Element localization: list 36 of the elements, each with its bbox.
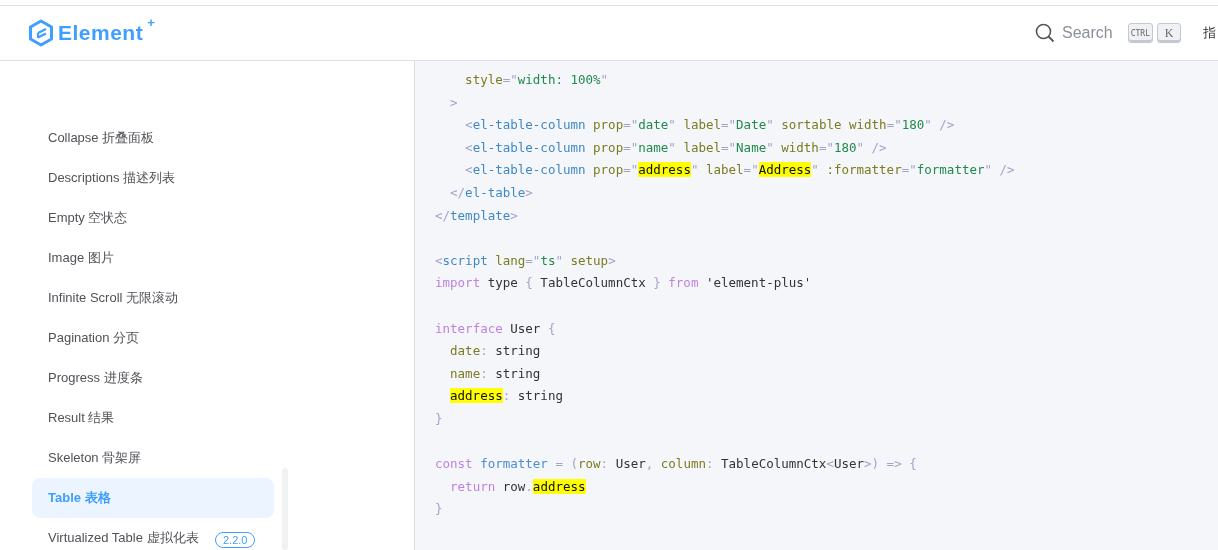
code-line: interface User { (435, 319, 557, 338)
sidebar-item[interactable]: Empty 空状态 (32, 198, 274, 238)
key-hint: K (1157, 23, 1181, 43)
code-line: address: string (449, 387, 564, 406)
code-line: > (449, 93, 459, 112)
code-line: return row.address (449, 477, 587, 496)
sidebar-item[interactable]: Progress 进度条 (32, 358, 274, 398)
logo-icon (28, 19, 54, 47)
sidebar-item[interactable]: Collapse 折叠面板 (32, 118, 274, 158)
sidebar-item[interactable]: Virtualized Table 虚拟化表 2.2.0 (32, 518, 274, 549)
code-line: const formatter = (row: User, column: TableColumnCtx<User>) => { (435, 455, 918, 474)
code-line: import type { TableColumnCtx } from 'element-plus' (435, 274, 813, 293)
code-line: </template> (435, 206, 519, 225)
logo-text: Element (58, 21, 144, 45)
search-button[interactable]: Search CTRL K (1035, 23, 1181, 43)
sidebar-item[interactable]: Result 结果 (32, 398, 274, 438)
key-hint: CTRL (1127, 23, 1153, 43)
sidebar-item[interactable]: Image 图片 (32, 238, 274, 278)
code-line: </el-table> (449, 183, 534, 202)
code-line: style="width: 100%" (464, 71, 610, 89)
code-line: <el-table-column prop="date" label="Date" sortable width="180" /> (464, 116, 956, 135)
code-line: <script lang="ts" setup> (435, 251, 617, 270)
code-line: name: string (449, 364, 542, 383)
sidebar-item[interactable]: Infinite Scroll 无限滚动 (32, 278, 274, 318)
sidebar-item[interactable]: Pagination 分页 (32, 318, 274, 358)
nav-link[interactable]: 指 (1203, 24, 1216, 42)
version-badge: 2.2.0 (215, 532, 256, 548)
code-line: <el-table-column prop="name" label="Name" width="180" /> (464, 138, 888, 157)
search-icon (1035, 23, 1056, 43)
code-line: } (435, 409, 444, 428)
sidebar-item[interactable]: Descriptions 描述列表 (32, 158, 274, 198)
code-line: } (435, 500, 444, 519)
sidebar-item[interactable]: Skeleton 骨架屏 (32, 438, 274, 478)
code-line: <el-table-column prop="address" label="Address" :formatter="formatter" /> (464, 161, 1016, 180)
code-line: date: string (449, 342, 542, 361)
logo-mark: + (147, 15, 155, 30)
